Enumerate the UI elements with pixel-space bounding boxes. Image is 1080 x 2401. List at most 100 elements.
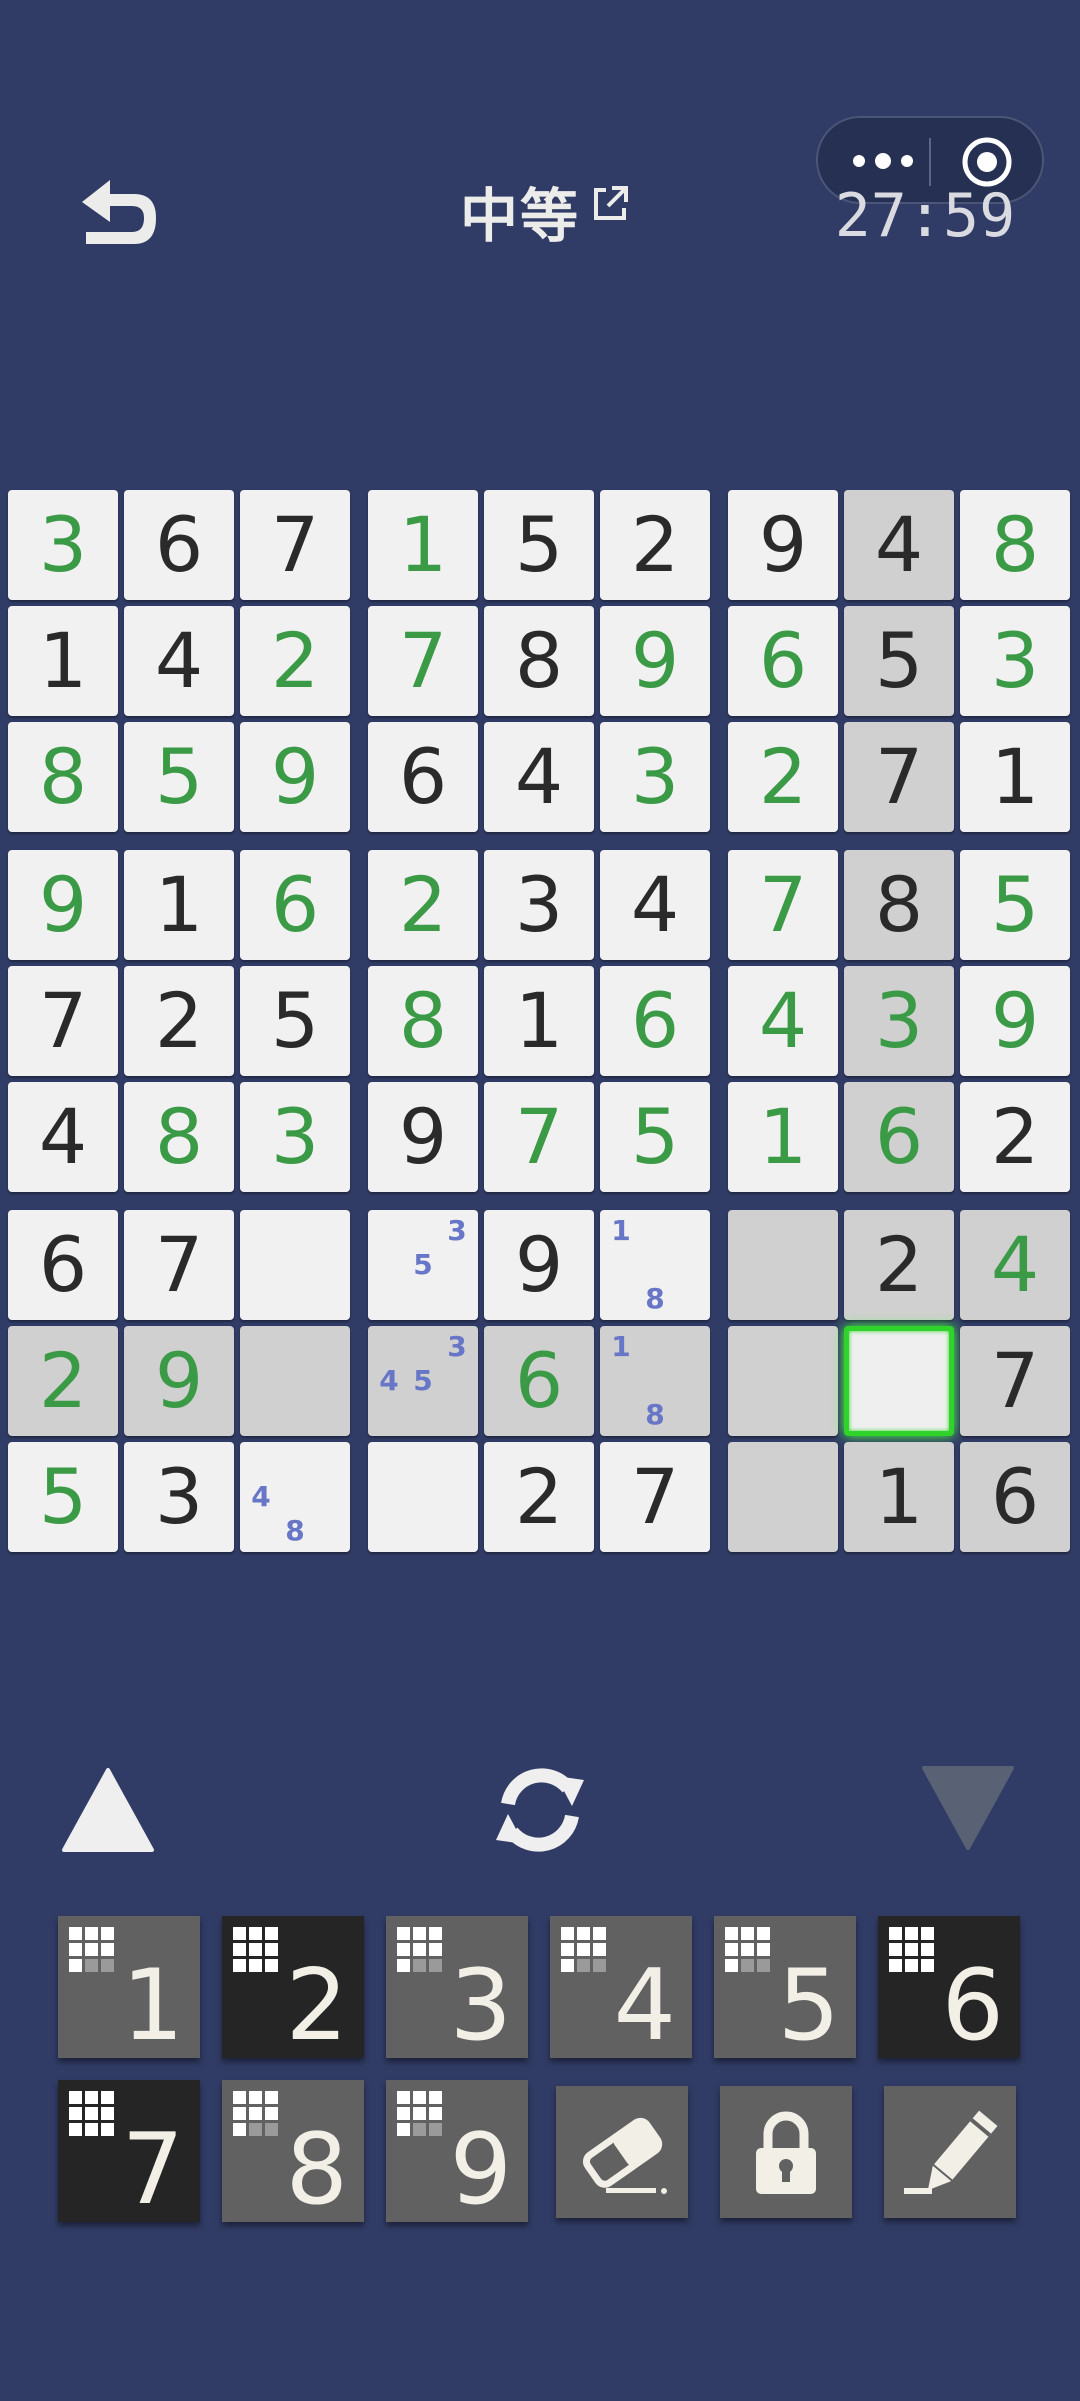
sudoku-cell[interactable]: 35 — [368, 1210, 478, 1320]
sudoku-cell[interactable]: 7 — [484, 1082, 594, 1192]
more-dots-icon[interactable] — [848, 144, 918, 178]
sudoku-cell[interactable]: 2 — [8, 1326, 118, 1436]
selected-cell[interactable] — [844, 1326, 954, 1436]
sudoku-cell[interactable]: 5 — [844, 606, 954, 716]
sudoku-cell[interactable]: 3 — [960, 606, 1070, 716]
sudoku-cell[interactable]: 3 — [600, 722, 710, 832]
sudoku-cell[interactable]: 5 — [600, 1082, 710, 1192]
sudoku-cell[interactable]: 2 — [728, 722, 838, 832]
sudoku-cell[interactable]: 2 — [960, 1082, 1070, 1192]
sudoku-cell[interactable]: 2 — [844, 1210, 954, 1320]
sudoku-cell[interactable]: 9 — [600, 606, 710, 716]
sudoku-cell[interactable]: 5 — [960, 850, 1070, 960]
sudoku-cell[interactable]: 4 — [960, 1210, 1070, 1320]
sudoku-cell[interactable]: 3 45 — [368, 1326, 478, 1436]
sudoku-cell[interactable]: 9 — [240, 722, 350, 832]
sudoku-cell[interactable]: 18 — [600, 1326, 710, 1436]
sudoku-cell[interactable]: 3 — [484, 850, 594, 960]
sudoku-cell[interactable]: 3 — [240, 1082, 350, 1192]
sudoku-cell[interactable]: 9 — [368, 1082, 478, 1192]
sudoku-cell[interactable]: 6 — [600, 966, 710, 1076]
number-key-4[interactable]: 4 — [550, 1916, 692, 2058]
sudoku-cell[interactable] — [728, 1442, 838, 1552]
sudoku-cell[interactable]: 2 — [600, 490, 710, 600]
sudoku-cell[interactable]: 6 — [124, 490, 234, 600]
sudoku-cell[interactable]: 8 — [124, 1082, 234, 1192]
sudoku-cell[interactable]: 2 — [368, 850, 478, 960]
sudoku-cell[interactable]: 9 — [484, 1210, 594, 1320]
sudoku-cell[interactable]: 5 — [124, 722, 234, 832]
sudoku-cell[interactable]: 8 — [844, 850, 954, 960]
number-key-2[interactable]: 2 — [222, 1916, 364, 2058]
sudoku-cell[interactable]: 2 — [124, 966, 234, 1076]
sudoku-cell[interactable]: 2 — [484, 1442, 594, 1552]
sudoku-cell[interactable]: 7 — [368, 606, 478, 716]
sudoku-cell[interactable]: 1 — [368, 490, 478, 600]
sudoku-cell[interactable]: 1 — [728, 1082, 838, 1192]
sudoku-cell[interactable]: 5 — [484, 490, 594, 600]
sudoku-cell[interactable]: 6 — [240, 850, 350, 960]
sudoku-cell[interactable]: 18 — [600, 1210, 710, 1320]
external-link-icon[interactable] — [590, 184, 630, 224]
number-key-6[interactable]: 6 — [878, 1916, 1020, 2058]
sudoku-cell[interactable]: 1 — [960, 722, 1070, 832]
sudoku-cell[interactable]: 9 — [960, 966, 1070, 1076]
pencil-button[interactable] — [884, 2086, 1016, 2218]
sudoku-cell[interactable]: 3 — [124, 1442, 234, 1552]
sudoku-cell[interactable]: 7 — [960, 1326, 1070, 1436]
refresh-button[interactable] — [486, 1760, 594, 1860]
sudoku-cell[interactable]: 7 — [124, 1210, 234, 1320]
sudoku-cell[interactable]: 4 — [8, 1082, 118, 1192]
sudoku-cell[interactable] — [240, 1326, 350, 1436]
sudoku-cell[interactable] — [240, 1210, 350, 1320]
eraser-button[interactable] — [556, 2086, 688, 2218]
sudoku-cell[interactable]: 6 — [8, 1210, 118, 1320]
sudoku-cell[interactable] — [368, 1442, 478, 1552]
sudoku-cell[interactable]: 8 — [8, 722, 118, 832]
sudoku-cell[interactable] — [728, 1326, 838, 1436]
sudoku-cell[interactable]: 1 — [844, 1442, 954, 1552]
sudoku-cell[interactable]: 6 — [844, 1082, 954, 1192]
sudoku-cell[interactable]: 7 — [844, 722, 954, 832]
sudoku-cell[interactable]: 4 — [728, 966, 838, 1076]
sudoku-cell[interactable]: 7 — [240, 490, 350, 600]
sudoku-cell[interactable]: 4 — [124, 606, 234, 716]
sudoku-cell[interactable]: 7 — [600, 1442, 710, 1552]
sudoku-cell[interactable]: 6 — [368, 722, 478, 832]
sudoku-cell[interactable]: 9 — [728, 490, 838, 600]
sudoku-cell[interactable]: 1 — [8, 606, 118, 716]
previous-button[interactable] — [58, 1764, 158, 1854]
sudoku-cell[interactable]: 6 — [960, 1442, 1070, 1552]
sudoku-cell[interactable]: 3 — [844, 966, 954, 1076]
sudoku-cell[interactable]: 7 — [8, 966, 118, 1076]
number-key-3[interactable]: 3 — [386, 1916, 528, 2058]
number-key-8[interactable]: 8 — [222, 2080, 364, 2222]
sudoku-cell[interactable]: 8 — [484, 606, 594, 716]
sudoku-cell[interactable]: 8 — [960, 490, 1070, 600]
number-key-9[interactable]: 9 — [386, 2080, 528, 2222]
sudoku-cell[interactable]: 2 — [240, 606, 350, 716]
sudoku-cell[interactable]: 4 — [484, 722, 594, 832]
sudoku-cell[interactable]: 5 — [8, 1442, 118, 1552]
sudoku-cell[interactable]: 6 — [728, 606, 838, 716]
next-button[interactable] — [918, 1764, 1018, 1854]
sudoku-cell[interactable]: 1 — [124, 850, 234, 960]
sudoku-cell[interactable]: 48 — [240, 1442, 350, 1552]
sudoku-cell[interactable]: 9 — [124, 1326, 234, 1436]
number-key-7[interactable]: 7 — [58, 2080, 200, 2222]
lock-button[interactable] — [720, 2086, 852, 2218]
difficulty-title-group[interactable]: 中等 — [460, 176, 630, 256]
sudoku-cell[interactable]: 7 — [728, 850, 838, 960]
sudoku-cell[interactable]: 4 — [600, 850, 710, 960]
sudoku-cell[interactable]: 5 — [240, 966, 350, 1076]
sudoku-cell[interactable]: 6 — [484, 1326, 594, 1436]
back-button[interactable] — [70, 172, 170, 262]
sudoku-cell[interactable]: 1 — [484, 966, 594, 1076]
sudoku-cell[interactable]: 9 — [8, 850, 118, 960]
sudoku-cell[interactable]: 3 — [8, 490, 118, 600]
sudoku-cell[interactable]: 8 — [368, 966, 478, 1076]
sudoku-cell[interactable] — [728, 1210, 838, 1320]
number-key-5[interactable]: 5 — [714, 1916, 856, 2058]
sudoku-cell[interactable]: 4 — [844, 490, 954, 600]
number-key-1[interactable]: 1 — [58, 1916, 200, 2058]
